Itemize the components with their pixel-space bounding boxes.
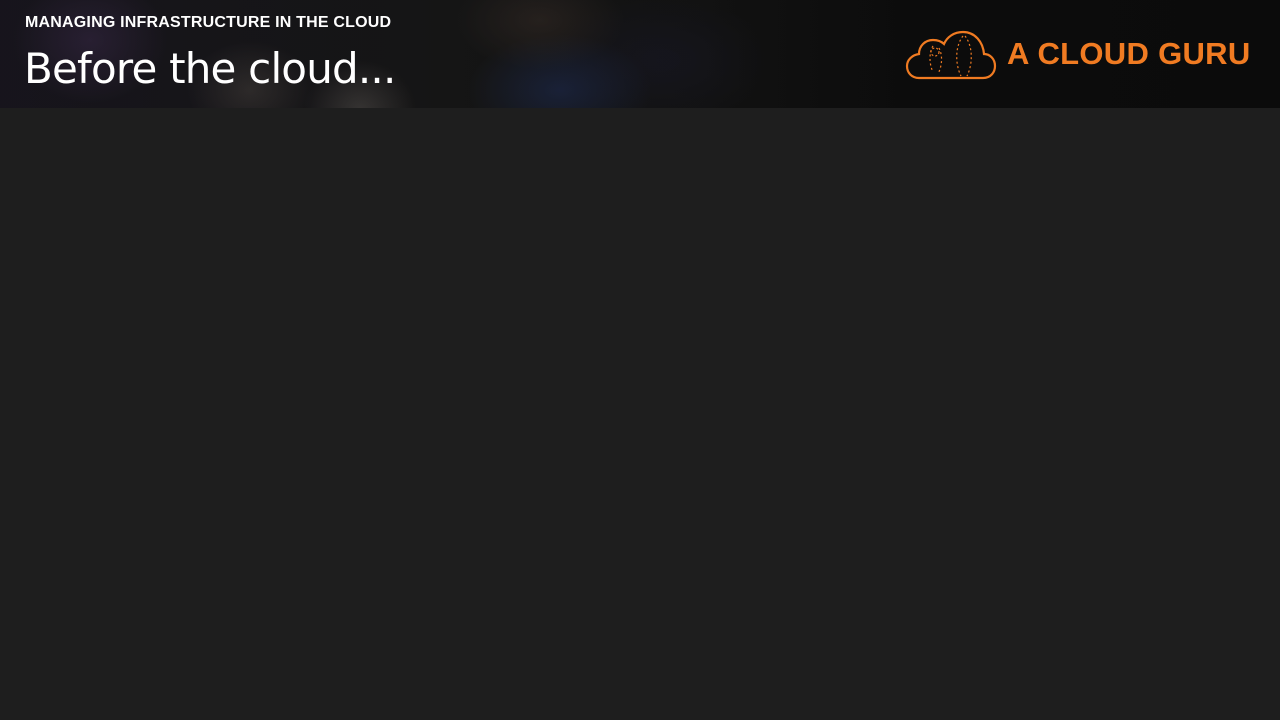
slide-content-area [0,108,1280,720]
cloud-guru-logo-icon [905,30,997,80]
slide-title: Before the cloud... [24,44,396,93]
slide: MANAGING INFRASTRUCTURE IN THE CLOUD Bef… [0,0,1280,720]
brand-logo: A CLOUD GURU [905,26,1251,82]
brand-name: A CLOUD GURU [1007,36,1251,71]
slide-header: MANAGING INFRASTRUCTURE IN THE CLOUD Bef… [0,0,1280,108]
course-title: MANAGING INFRASTRUCTURE IN THE CLOUD [25,14,392,31]
